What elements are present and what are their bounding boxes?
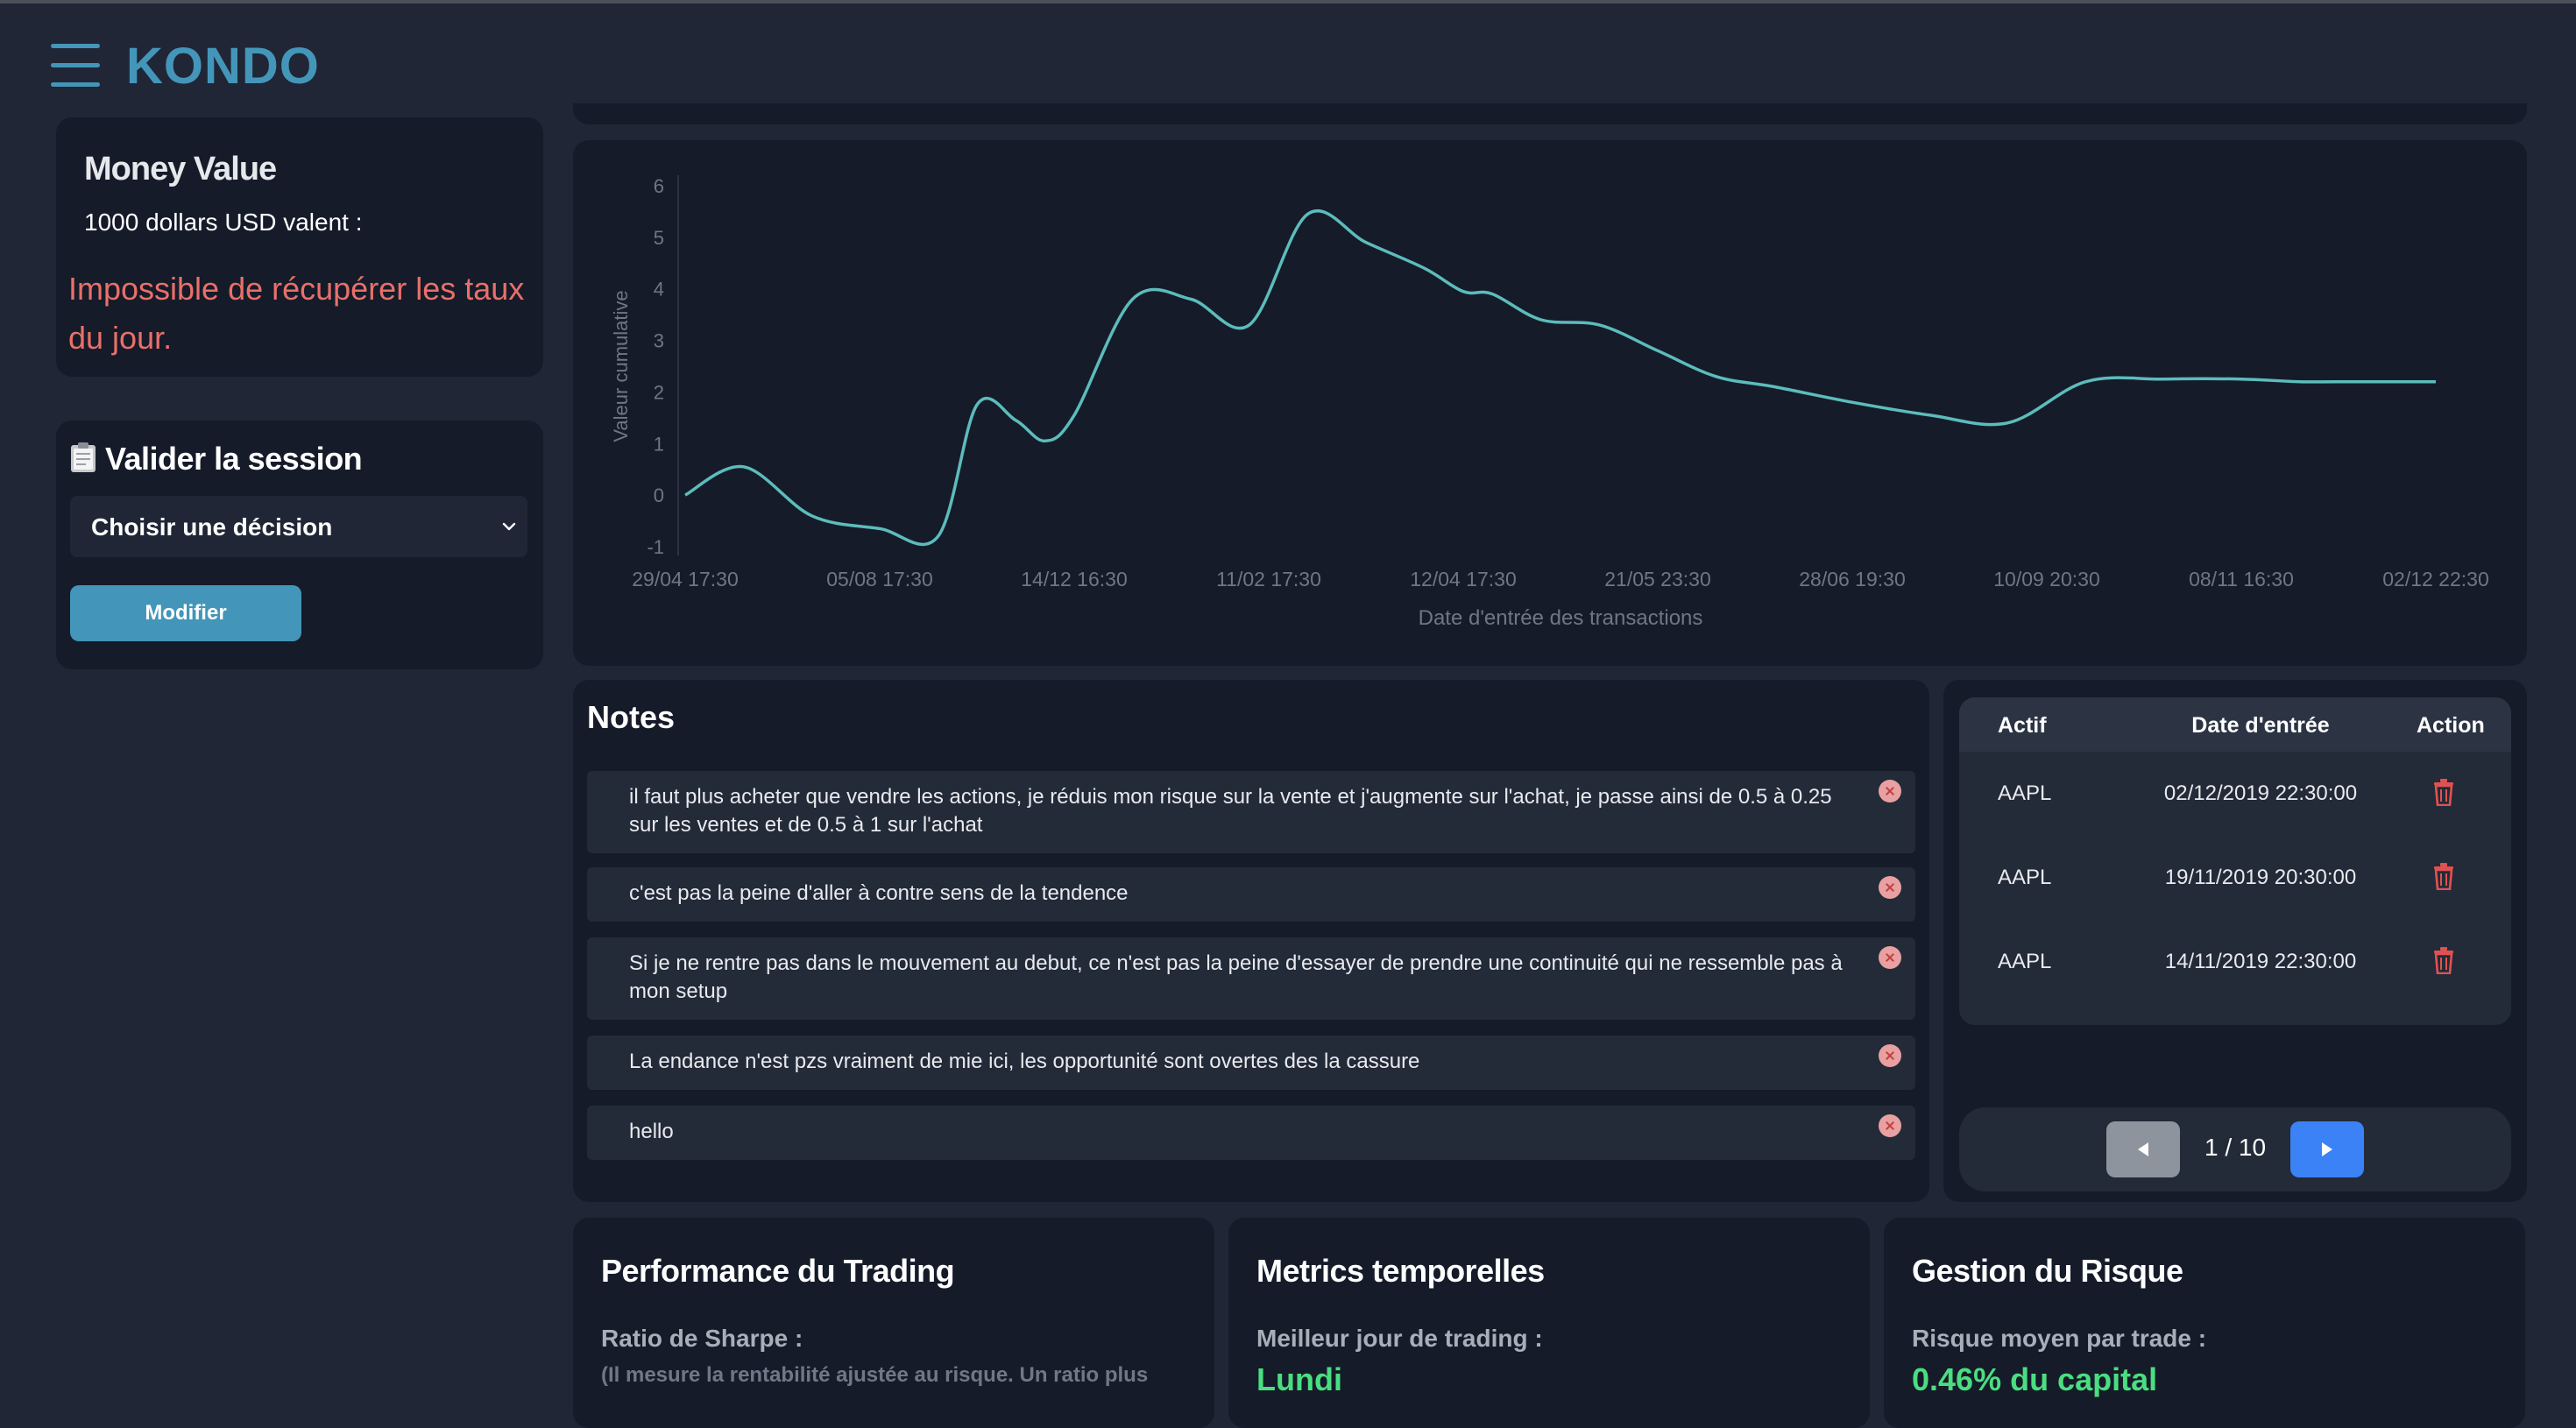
trading-performance-card: Performance du Trading Ratio de Sharpe :… — [573, 1218, 1214, 1428]
note-text: La endance n'est pzs vraiment de mie ici… — [629, 1050, 1420, 1073]
notes-title: Notes — [587, 699, 676, 735]
modify-button[interactable]: Modifier — [70, 585, 301, 641]
card-title: Performance du Trading — [601, 1253, 955, 1289]
card-title: Metrics temporelles — [1256, 1253, 1545, 1289]
note-text: c'est pas la peine d'aller à contre sens… — [629, 881, 1129, 905]
cumulative-chart-card: -1 0 1 2 3 4 5 6 29/04 17:30 05/08 17:30 14/12 16:… — [573, 140, 2527, 666]
y-tick-label: 0 — [654, 484, 664, 506]
cell-date: 14/11/2019 22:30:00 — [2164, 950, 2357, 973]
money-value-error: Impossible de récupérer les taux du jour… — [68, 271, 525, 356]
note-text: hello — [629, 1120, 674, 1143]
x-tick-label: 05/08 17:30 — [826, 568, 933, 590]
decision-select-value: Choisir une décision — [91, 513, 333, 541]
avg-risk-label: Risque moyen par trade : — [1912, 1325, 2207, 1352]
notes-card: Notes il faut plus acheter que vendre le… — [573, 680, 1929, 1202]
pagination: 1 / 10 — [1959, 1107, 2511, 1191]
cell-date: 19/11/2019 20:30:00 — [2164, 866, 2357, 889]
x-axis-label: Date d'entrée des transactions — [1419, 606, 1703, 630]
clipboard-icon — [71, 442, 96, 472]
note-item: La endance n'est pzs vraiment de mie ici… — [587, 1036, 1915, 1090]
trash-icon[interactable] — [2432, 946, 2455, 974]
y-tick-label: 1 — [654, 433, 664, 455]
trash-icon[interactable] — [2432, 862, 2455, 890]
table-row: AAPL 02/12/2019 22:30:00 — [1959, 752, 2511, 836]
note-item: il faut plus acheter que vendre les acti… — [587, 771, 1915, 853]
risk-management-card: Gestion du Risque Risque moyen par trade… — [1884, 1218, 2525, 1428]
x-tick-label: 12/04 17:30 — [1410, 568, 1517, 590]
note-item: hello — [587, 1106, 1915, 1160]
table-row: AAPL 19/11/2019 20:30:00 — [1959, 836, 2511, 920]
triangle-right-icon — [2322, 1142, 2332, 1156]
table-header: Actif Date d'entrée Action — [1959, 697, 2511, 752]
series-line — [684, 209, 2436, 547]
cell-asset: AAPL — [1998, 950, 2052, 973]
money-value-title: Money Value — [84, 151, 277, 187]
avg-risk-value: 0.46% du capital — [1912, 1361, 2158, 1397]
sharpe-ratio-description: (Il mesure la rentabilité ajustée au ris… — [601, 1363, 1149, 1387]
transactions-table: Actif Date d'entrée Action AAPL 02/12/20… — [1959, 697, 2511, 1025]
sharpe-ratio-label: Ratio de Sharpe : — [601, 1325, 803, 1352]
x-tick-label: 28/06 19:30 — [1799, 568, 1906, 590]
app-brand[interactable]: KONDO — [126, 35, 320, 98]
triangle-left-icon — [2138, 1142, 2148, 1156]
page-indicator: 1 / 10 — [2204, 1134, 2267, 1161]
transactions-card: Actif Date d'entrée Action AAPL 02/12/20… — [1943, 680, 2527, 1202]
y-tick-label: 4 — [654, 279, 664, 300]
table-row: AAPL 14/11/2019 22:30:00 — [1959, 920, 2511, 1004]
card-title: Gestion du Risque — [1912, 1253, 2183, 1289]
note-item: c'est pas la peine d'aller à contre sens… — [587, 867, 1915, 922]
delete-note-icon[interactable] — [1879, 1114, 1901, 1137]
cell-date: 02/12/2019 22:30:00 — [2163, 781, 2358, 805]
delete-note-icon[interactable] — [1879, 1044, 1901, 1067]
column-header-action: Action — [2417, 713, 2485, 738]
column-header-asset: Actif — [1998, 713, 2047, 738]
best-day-value: Lundi — [1256, 1361, 1342, 1397]
previous-card-edge — [573, 103, 2527, 124]
y-tick-label: 6 — [654, 175, 664, 197]
cumulative-line-chart: -1 0 1 2 3 4 5 6 29/04 17:30 05/08 17:30 14/12 16:… — [610, 175, 2489, 630]
note-text: Si je ne rentre pas dans le mouvement au… — [629, 951, 1843, 1003]
note-text: il faut plus acheter que vendre les acti… — [629, 785, 1832, 837]
chevron-down-icon — [502, 522, 516, 531]
x-tick-label: 11/02 17:30 — [1216, 568, 1321, 590]
x-tick-label: 02/12 22:30 — [2382, 568, 2489, 590]
x-tick-label: 29/04 17:30 — [632, 568, 739, 590]
menu-icon[interactable] — [51, 44, 100, 88]
note-item: Si je ne rentre pas dans le mouvement au… — [587, 937, 1915, 1020]
delete-note-icon[interactable] — [1879, 876, 1901, 899]
money-value-card: Money Value 1000 dollars USD valent : Im… — [56, 117, 543, 377]
cell-asset: AAPL — [1998, 866, 2052, 889]
money-value-subtitle: 1000 dollars USD valent : — [84, 209, 363, 236]
best-day-label: Meilleur jour de trading : — [1256, 1325, 1543, 1352]
session-card: Valider la session Choisir une décision … — [56, 421, 543, 669]
column-header-date: Date d'entrée — [2191, 713, 2330, 738]
x-tick-label: 08/11 16:30 — [2189, 568, 2294, 590]
delete-note-icon[interactable] — [1879, 946, 1901, 969]
session-title-row: Valider la session — [70, 438, 363, 480]
cell-asset: AAPL — [1998, 781, 2052, 805]
time-metrics-card: Metrics temporelles Meilleur jour de tra… — [1228, 1218, 1870, 1428]
next-page-button[interactable] — [2290, 1121, 2364, 1177]
delete-note-icon[interactable] — [1879, 780, 1901, 802]
y-axis-label: Valeur cumulative — [610, 290, 632, 442]
x-tick-label: 21/05 23:30 — [1604, 568, 1711, 590]
y-tick-label: -1 — [647, 536, 664, 558]
x-tick-label: 14/12 16:30 — [1021, 568, 1128, 590]
y-tick-label: 2 — [654, 381, 664, 403]
y-tick-label: 5 — [654, 227, 664, 249]
x-tick-label: 10/09 20:30 — [1993, 568, 2100, 590]
decision-select[interactable]: Choisir une décision — [70, 496, 527, 557]
window-top-border — [0, 0, 2576, 4]
previous-page-button[interactable] — [2106, 1121, 2180, 1177]
y-tick-label: 3 — [654, 330, 664, 352]
session-title: Valider la session — [105, 441, 363, 477]
trash-icon[interactable] — [2432, 778, 2455, 806]
